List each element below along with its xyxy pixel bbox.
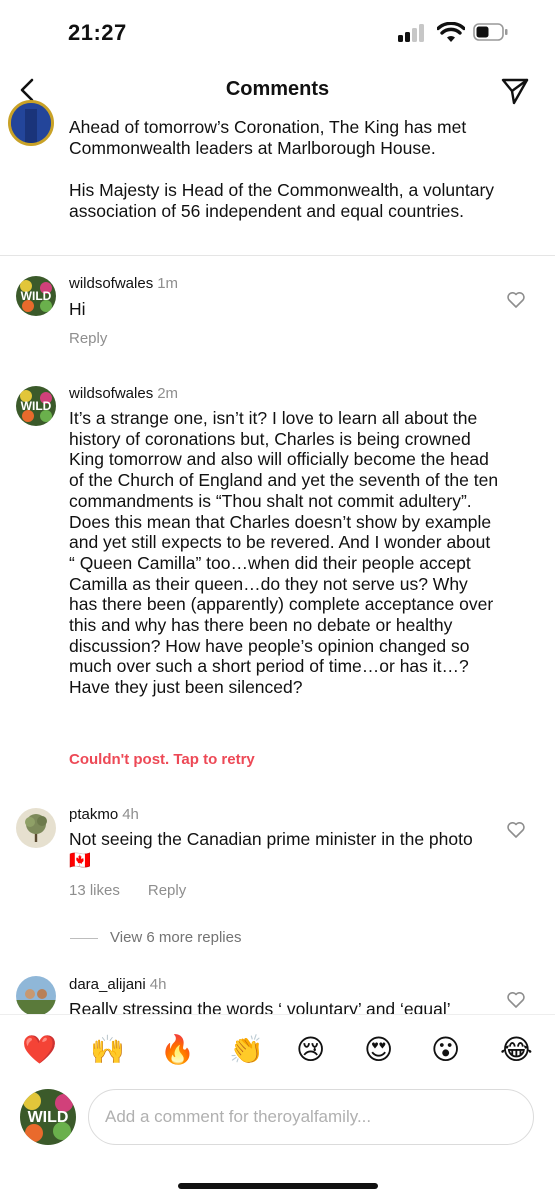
comment-username[interactable]: wildsofwales [69, 385, 153, 402]
emoji-fire-button[interactable]: 🔥 [160, 1033, 195, 1067]
avatar[interactable] [16, 808, 56, 848]
svg-text:WILD: WILD [21, 399, 52, 413]
emoji-heart-eyes-button[interactable]: 😍 [364, 1033, 393, 1067]
page-title: Comments [225, 78, 330, 100]
replies-line [70, 937, 98, 939]
emoji-clapping-hands-button[interactable]: 👏 [229, 1033, 264, 1067]
avatar[interactable]: WILD [16, 276, 56, 316]
svg-text:WILD: WILD [21, 289, 52, 303]
comment-time: 4h [149, 976, 167, 993]
view-replies-label: View 6 more replies [110, 929, 242, 946]
divider [0, 255, 555, 256]
comment-time: 1m [157, 275, 179, 292]
avatar[interactable] [16, 976, 56, 1016]
post-caption: Ahead of tomorrow’s Coronation, The King… [69, 117, 539, 243]
wifi-icon [437, 22, 465, 42]
emoji-crying-face-button[interactable]: 😢 [296, 1033, 325, 1067]
status-bar: 21:27 [0, 0, 555, 64]
retry-post-button[interactable]: Couldn't post. Tap to retry [69, 751, 255, 768]
header: Comments [0, 64, 555, 116]
home-indicator [178, 1183, 378, 1189]
comment-input[interactable] [88, 1089, 534, 1145]
comment-text: Hi [69, 299, 86, 319]
like-heart-icon[interactable] [506, 820, 526, 840]
caption-avatar[interactable] [8, 100, 54, 146]
send-icon[interactable] [499, 74, 531, 106]
emoji-raising-hands-button[interactable]: 🙌 [90, 1033, 125, 1067]
cellular-signal-icon [398, 24, 428, 42]
comment-username[interactable]: ptakmo [69, 806, 118, 823]
caption-paragraph: His Majesty is Head of the Commonwealth,… [69, 180, 495, 221]
emoji-red-heart-button[interactable]: ❤️ [22, 1033, 57, 1067]
battery-icon [473, 23, 508, 41]
reply-button[interactable]: Reply [69, 330, 107, 347]
status-time: 21:27 [68, 20, 127, 45]
comment-time: 2m [157, 385, 179, 402]
comment-text: Really stressing the words ‘ voluntary’ … [69, 999, 451, 1015]
view-more-replies-button[interactable]: View 6 more replies [70, 929, 241, 946]
reply-button[interactable]: Reply [148, 882, 186, 899]
comment-username[interactable]: wildsofwales [69, 275, 153, 292]
comment-text: It’s a strange one, isn’t it? I love to … [69, 408, 499, 698]
svg-text:WILD: WILD [28, 1109, 69, 1126]
emoji-surprised-face-button[interactable]: 😮 [431, 1033, 460, 1067]
emoji-laughing-face-button[interactable]: 😂 [500, 1033, 533, 1067]
current-user-avatar: WILD [20, 1089, 76, 1145]
emoji-quick-bar: ❤️ 🙌 🔥 👏 😢 😍 😮 😂 [0, 1014, 555, 1088]
likes-count-button[interactable]: 13 likes [69, 882, 120, 899]
avatar[interactable]: WILD [16, 386, 56, 426]
comment-time: 4h [122, 806, 139, 823]
comment-username[interactable]: dara_alijani [69, 976, 146, 993]
like-heart-icon[interactable] [506, 990, 526, 1010]
caption-paragraph: Ahead of tomorrow’s Coronation, The King… [69, 117, 467, 158]
like-heart-icon[interactable] [506, 290, 526, 310]
comment-text: Not seeing the Canadian prime minister i… [69, 829, 473, 870]
